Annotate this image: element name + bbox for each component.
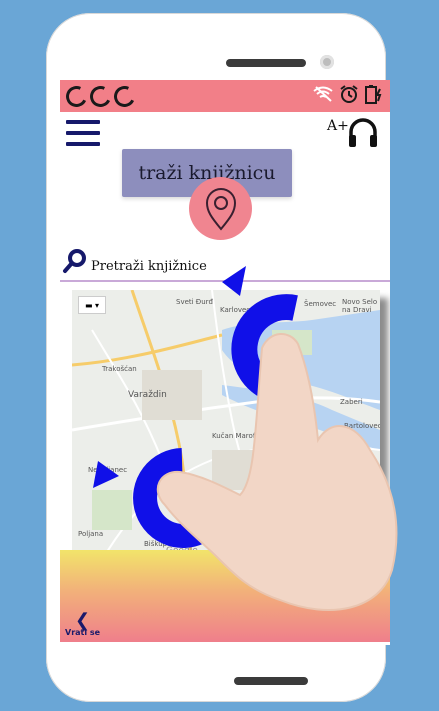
home-indicator[interactable] [234, 677, 308, 685]
status-bar [60, 80, 390, 112]
alarm-icon [340, 85, 358, 103]
map-label: Bartolovec [344, 422, 380, 430]
library-map[interactable]: ▬ ▾ Sveti Đurđ Karlovec Šemovec Novo Sel… [72, 290, 380, 560]
hamburger-menu-icon[interactable] [66, 120, 100, 148]
battery-charging-icon [365, 85, 382, 104]
status-left-icons [63, 83, 138, 110]
map-label: Kučan Marof [212, 432, 256, 440]
phone-speaker [226, 59, 306, 67]
map-label: Šemovec [304, 300, 337, 308]
map-label: Karlovec [220, 306, 251, 314]
search-label: Pretraži knjižnice [91, 259, 207, 274]
map-label: Zaberi [340, 398, 363, 406]
map-label: Sveti Đurđ [176, 298, 213, 306]
map-label: Trakošćan [102, 365, 137, 373]
back-label: Vrati se [65, 628, 101, 637]
bottom-panel [60, 550, 390, 642]
app-ring-icon [87, 83, 114, 110]
map-label: Donji Kućan [254, 464, 296, 472]
location-pin-icon [205, 187, 236, 231]
headphones-icon[interactable] [346, 117, 380, 149]
map-label: Novo Selo [342, 298, 378, 306]
app-screen: A+ traži knjižnicu Pretraži knjižnice ▬ … [60, 80, 390, 645]
wifi-off-icon [313, 86, 333, 102]
phone-camera [320, 55, 334, 69]
map-label: na Dravi [342, 306, 372, 314]
back-button[interactable]: ❮ Vrati se [65, 610, 101, 638]
app-ring-icon [63, 83, 90, 110]
search-icon [63, 249, 86, 273]
map-label: Varaždin [128, 390, 167, 400]
map-label: Nedeljanec [88, 466, 128, 474]
map-label: Poljana [78, 530, 104, 538]
map-background [72, 290, 380, 560]
map-label: Gorica [262, 398, 285, 406]
location-pin-button[interactable] [189, 177, 252, 240]
chevron-left-icon: ❮ [74, 610, 91, 631]
map-type-button[interactable]: ▬ ▾ [78, 296, 106, 314]
app-ring-icon [111, 83, 138, 110]
status-right-icons [312, 84, 384, 104]
library-search-row[interactable]: Pretraži knjižnice [60, 246, 390, 282]
